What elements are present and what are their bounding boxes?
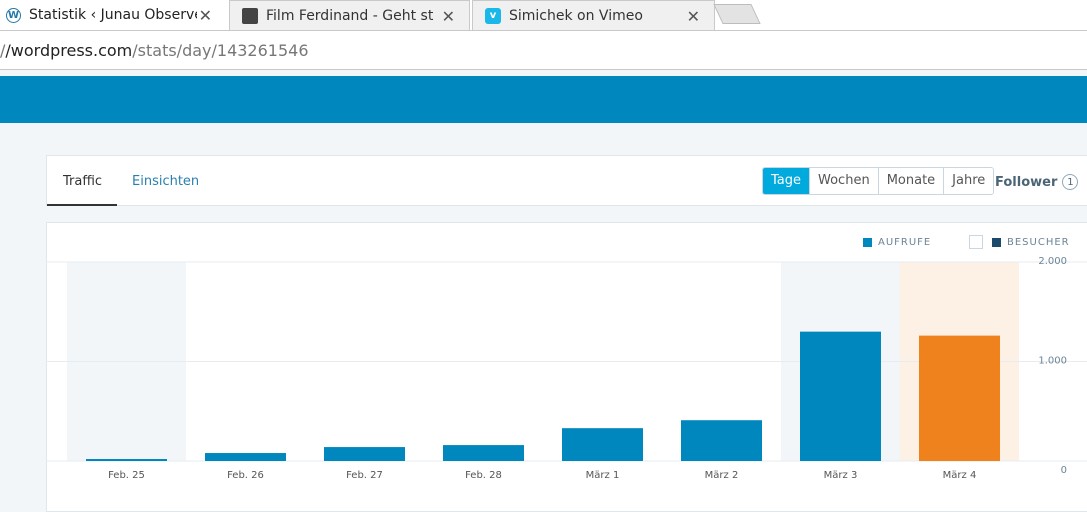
browser-tab-title: Statistik ‹ Junau Observer bbox=[29, 7, 197, 23]
y-tick-label: 1.000 bbox=[1038, 356, 1067, 367]
period-selector: Tage Wochen Monate Jahre bbox=[762, 167, 995, 195]
tab-einsichten-label: Einsichten bbox=[132, 174, 200, 189]
period-monate-button[interactable]: Monate bbox=[877, 168, 944, 194]
chart-bar[interactable] bbox=[205, 453, 286, 461]
url-text: //wordpress.com/stats/day/143261546 bbox=[0, 41, 309, 60]
follower-link[interactable]: Follower 1 bbox=[995, 174, 1079, 190]
active-tab-underline bbox=[47, 204, 117, 206]
x-tick-label: Feb. 26 bbox=[227, 470, 264, 481]
url-path: /stats/day/143261546 bbox=[132, 41, 309, 60]
wordpress-icon: W bbox=[6, 7, 21, 23]
tab-einsichten[interactable]: Einsichten bbox=[132, 174, 199, 189]
vimeo-icon: v bbox=[485, 7, 501, 24]
y-tick-label: 0 bbox=[1061, 465, 1067, 476]
x-tick-label: März 1 bbox=[586, 470, 620, 481]
period-wochen-button[interactable]: Wochen bbox=[809, 168, 878, 194]
stats-navigation: Traffic Einsichten Tage Wochen Monate Ja… bbox=[46, 155, 1087, 206]
chart-bar[interactable] bbox=[562, 428, 643, 461]
tab-traffic[interactable]: Traffic bbox=[63, 174, 102, 189]
period-jahre-button[interactable]: Jahre bbox=[943, 168, 994, 194]
x-tick-label: März 2 bbox=[705, 470, 739, 481]
follower-count-badge: 1 bbox=[1062, 174, 1079, 190]
tab-traffic-label: Traffic bbox=[63, 174, 103, 189]
x-tick-label: Feb. 27 bbox=[346, 470, 383, 481]
close-tab-icon[interactable]: ✕ bbox=[442, 7, 455, 26]
clapperboard-icon bbox=[242, 7, 258, 24]
chart-bar[interactable] bbox=[681, 420, 762, 461]
x-tick-label: März 3 bbox=[824, 470, 858, 481]
x-tick-label: Feb. 28 bbox=[465, 470, 502, 481]
y-tick-label: 2.000 bbox=[1038, 256, 1067, 267]
browser-tab-title: Simichek on Vimeo bbox=[509, 7, 643, 24]
chart-bar[interactable] bbox=[86, 459, 167, 462]
browser-tab-vimeo[interactable]: v Simichek on Vimeo ✕ bbox=[472, 0, 715, 30]
browser-tab-film[interactable]: Film Ferdinand - Geht sti ✕ bbox=[229, 0, 470, 30]
chart-bar[interactable] bbox=[800, 331, 881, 461]
address-bar[interactable]: //wordpress.com/stats/day/143261546 bbox=[0, 30, 1087, 70]
browser-tab-statistik[interactable]: W Statistik ‹ Junau Observer ✕ bbox=[0, 0, 226, 30]
masterbar bbox=[0, 76, 1087, 123]
chart-bar[interactable] bbox=[443, 445, 524, 461]
period-tage-button[interactable]: Tage bbox=[763, 168, 810, 194]
chart-bar[interactable] bbox=[324, 447, 405, 461]
x-tick-label: März 4 bbox=[943, 470, 977, 481]
follower-label: Follower bbox=[995, 174, 1058, 190]
stats-chart-card: AUFRUFE BESUCHER 2.000 1.000 0 Feb. 25 Feb. … bbox=[46, 222, 1087, 512]
x-tick-label: Feb. 25 bbox=[108, 470, 145, 481]
url-host: /wordpress.com bbox=[5, 41, 133, 60]
chart-bar[interactable] bbox=[919, 335, 1000, 461]
views-bar-chart: 2.000 1.000 0 Feb. 25 Feb. 26 Feb. 27 Feb. 28 M… bbox=[46, 256, 1087, 481]
browser-tab-title: Film Ferdinand - Geht sti bbox=[266, 7, 434, 24]
close-tab-icon[interactable]: ✕ bbox=[687, 7, 700, 26]
close-tab-icon[interactable]: ✕ bbox=[199, 6, 212, 25]
new-tab-button[interactable] bbox=[713, 4, 761, 24]
browser-tab-strip: W Statistik ‹ Junau Observer ✕ Film Ferd… bbox=[0, 0, 1087, 30]
